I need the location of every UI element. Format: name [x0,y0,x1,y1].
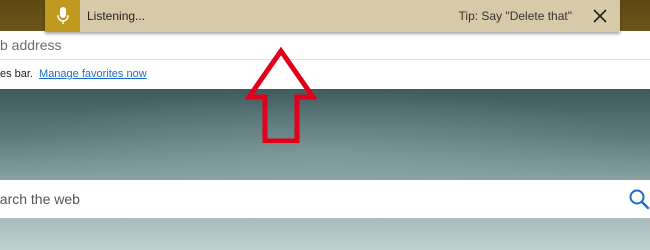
voice-listening-banner: Listening... Tip: Say "Delete that" [45,0,620,32]
search-box [0,180,650,218]
favorites-bar-message: es bar. Manage favorites now [0,68,147,80]
listening-status: Listening... [87,9,146,23]
hero-shade [0,89,650,179]
address-placeholder[interactable]: b address [0,37,61,53]
search-input[interactable] [0,180,600,218]
favorites-bar-text: es bar. [0,68,34,80]
annotation-up-arrow [245,47,317,143]
search-icon[interactable] [628,188,650,210]
hero-background [0,89,650,250]
address-bar[interactable]: b address [0,31,650,60]
microphone-icon [57,7,69,24]
favorites-bar: es bar. Manage favorites now [0,60,650,89]
manage-favorites-link[interactable]: Manage favorites now [39,68,147,80]
voice-tip: Tip: Say "Delete that" [458,9,572,23]
mic-button[interactable] [45,0,80,32]
close-icon[interactable] [592,8,608,24]
